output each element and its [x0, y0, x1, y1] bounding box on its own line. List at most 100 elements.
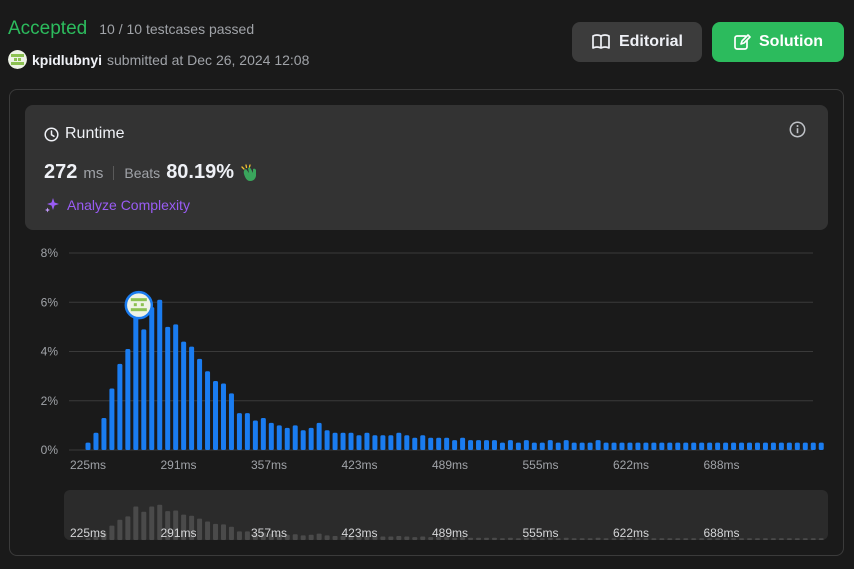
- chart-range-navigator[interactable]: 225ms 291ms 357ms 423ms 489ms 555ms 622ms 688ms: [64, 490, 828, 540]
- chart-bar: [523, 440, 529, 450]
- x-tick-label: 622ms: [613, 458, 649, 472]
- chart-bar: [236, 413, 242, 450]
- chart-bar: [715, 442, 721, 450]
- navigator-bar: [228, 526, 234, 540]
- submitter-info: kpidlubnyi submitted at Dec 26, 2024 12:…: [8, 50, 309, 69]
- chart-bar: [189, 346, 195, 450]
- runtime-label: Runtime: [65, 125, 125, 142]
- y-tick-label: 0%: [41, 443, 59, 457]
- navigator-bar: [380, 536, 386, 540]
- navigator-bar: [587, 538, 593, 540]
- chart-bar: [476, 440, 482, 450]
- navigator-bar: [149, 506, 155, 540]
- chart-bar: [276, 425, 282, 450]
- navigator-bar: [739, 538, 745, 540]
- chart-bar: [635, 442, 641, 450]
- editorial-label: Editorial: [618, 33, 683, 50]
- chart-bar: [165, 326, 171, 450]
- navigator-bar: [659, 538, 665, 540]
- chart-bar: [117, 363, 123, 450]
- info-icon[interactable]: [789, 121, 806, 138]
- navigator-bar: [770, 538, 776, 540]
- chart-bar: [643, 442, 649, 450]
- navigator-bar: [308, 534, 314, 540]
- navigator-bar: [754, 538, 760, 540]
- navigator-bar: [117, 519, 123, 540]
- navigator-bar: [507, 537, 513, 540]
- chart-bar: [340, 432, 346, 450]
- beats-value: 80.19%: [166, 161, 235, 183]
- navigator-bar: [205, 521, 211, 540]
- chart-bar: [499, 442, 505, 450]
- navigator-bar: [324, 535, 330, 540]
- book-icon: [592, 34, 610, 49]
- chart-bar: [141, 329, 147, 450]
- chart-bar: [762, 442, 768, 450]
- username-link[interactable]: kpidlubnyi: [32, 52, 102, 68]
- runtime-card: Runtime 272 ms Beats 80.19% Analyze Comp…: [25, 105, 828, 230]
- navigator-bar: [213, 523, 219, 540]
- navigator-bar: [484, 537, 489, 540]
- navigator-bar: [747, 538, 753, 540]
- navigator-bar: [388, 536, 394, 540]
- chart-bar: [778, 442, 784, 450]
- chart-bar: [133, 307, 139, 450]
- status-header: Accepted 10 / 10 testcases passed: [8, 18, 254, 40]
- chart-bar: [699, 442, 705, 450]
- runtime-unit: ms: [83, 165, 104, 182]
- chart-bar: [268, 422, 274, 450]
- user-runtime-marker[interactable]: [124, 290, 154, 320]
- chart-bar: [667, 442, 673, 450]
- y-tick-label: 8%: [41, 246, 59, 260]
- navigator-bar: [691, 538, 697, 540]
- navigator-bar: [563, 537, 569, 540]
- navigator-bar: [404, 536, 410, 540]
- navigator-bar: [802, 538, 808, 540]
- analyze-complexity-link[interactable]: Analyze Complexity: [44, 196, 190, 213]
- navigator-bar: [794, 538, 800, 540]
- analyze-complexity-label: Analyze Complexity: [67, 196, 190, 213]
- chart-bar: [436, 437, 442, 450]
- chart-bar: [754, 442, 760, 450]
- chart-bar: [619, 442, 625, 450]
- navigator-bar: [468, 537, 474, 540]
- avatar[interactable]: [8, 50, 27, 69]
- chart-bar: [101, 417, 107, 450]
- navigator-tick-label: 555ms: [522, 526, 558, 540]
- navigator-tick-label: 357ms: [251, 526, 287, 540]
- chart-bar: [372, 435, 378, 450]
- chart-bar: [197, 358, 203, 450]
- navigator-bar: [818, 538, 824, 540]
- chart-bar: [109, 388, 115, 450]
- chart-bar: [707, 442, 713, 450]
- chart-bar: [484, 440, 489, 450]
- chart-bar: [228, 393, 234, 450]
- chart-bar: [364, 432, 370, 450]
- chart-bar: [507, 440, 513, 450]
- chart-bar: [412, 437, 418, 450]
- status-title: Accepted: [8, 18, 88, 39]
- navigator-tick-label: 688ms: [703, 526, 739, 540]
- chart-bar: [205, 371, 211, 450]
- chart-bar: [468, 440, 474, 450]
- testcases-passed: 10 / 10 testcases passed: [99, 21, 255, 37]
- divider: [113, 165, 115, 180]
- navigator-bar: [667, 538, 673, 540]
- chart-bar: [539, 442, 545, 450]
- chart-bar: [691, 442, 697, 450]
- navigator-tick-label: 225ms: [70, 526, 106, 540]
- marker-avatar-part: [130, 308, 147, 312]
- chart-bar: [173, 324, 179, 450]
- x-tick-label: 423ms: [341, 458, 377, 472]
- chart-bar: [683, 442, 689, 450]
- navigator-bar: [244, 531, 250, 540]
- x-tick-label: 225ms: [70, 458, 106, 472]
- navigator-bar: [603, 538, 609, 540]
- solution-button[interactable]: Solution: [712, 22, 844, 62]
- navigator-tick-label: 291ms: [160, 526, 196, 540]
- chart-bar: [252, 420, 258, 450]
- chart-bar: [659, 442, 665, 450]
- editorial-button[interactable]: Editorial: [572, 22, 702, 62]
- chart-bar: [356, 435, 362, 450]
- navigator-bar: [595, 537, 601, 540]
